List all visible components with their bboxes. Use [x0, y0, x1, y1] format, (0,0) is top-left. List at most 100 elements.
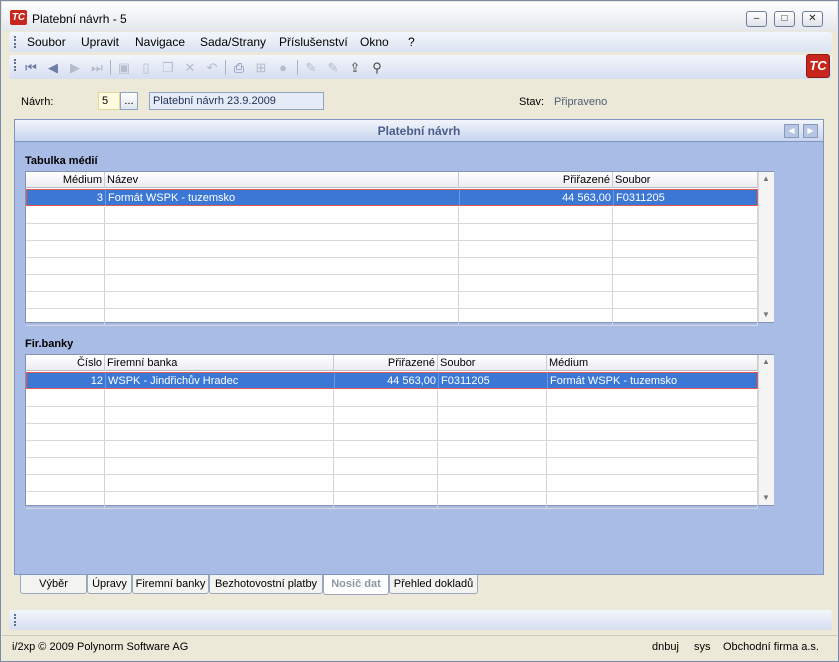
- close-button[interactable]: ✕: [802, 11, 823, 27]
- empty-row[interactable]: [26, 309, 758, 326]
- scroll-down-icon[interactable]: ▼: [762, 493, 770, 502]
- empty-cell: [26, 390, 105, 406]
- empty-cell: [105, 390, 334, 406]
- col-soubor[interactable]: Soubor: [613, 172, 758, 188]
- status-grip-icon[interactable]: [14, 614, 16, 626]
- tab-firemni-banky[interactable]: Firemní banky: [132, 575, 209, 594]
- banks-scrollbar[interactable]: ▲ ▼: [758, 355, 774, 505]
- empty-cell: [105, 424, 334, 440]
- tab-vyber[interactable]: Výběr: [20, 575, 87, 594]
- edit-pen-icon[interactable]: ✎: [303, 60, 319, 75]
- empty-cell: [26, 258, 105, 274]
- empty-cell: [613, 207, 758, 223]
- toolbar-separator: [297, 60, 298, 75]
- empty-row[interactable]: [26, 224, 758, 241]
- menu-okno[interactable]: Okno: [360, 35, 389, 49]
- empty-row[interactable]: [26, 424, 758, 441]
- col-cislo[interactable]: Číslo: [26, 355, 105, 371]
- minimize-button[interactable]: –: [746, 11, 767, 27]
- empty-cell: [438, 424, 547, 440]
- col-soubor[interactable]: Soubor: [438, 355, 547, 371]
- navrh-input[interactable]: 5: [98, 92, 120, 110]
- empty-cell: [613, 292, 758, 308]
- empty-row[interactable]: [26, 292, 758, 309]
- table-row[interactable]: 3 Formát WSPK - tuzemsko 44 563,00 F0311…: [26, 189, 758, 206]
- empty-cell: [613, 309, 758, 325]
- empty-row[interactable]: [26, 475, 758, 492]
- filter-icon[interactable]: ⚲: [369, 60, 385, 75]
- col-medium[interactable]: Médium: [26, 172, 105, 188]
- previous-record-icon[interactable]: ◀: [45, 60, 61, 75]
- col-prirazene[interactable]: Přiřazené: [459, 172, 613, 188]
- menu-sada-strany[interactable]: Sada/Strany: [200, 35, 266, 49]
- tab-upravy[interactable]: Úpravy: [87, 575, 132, 594]
- menu-upravit[interactable]: Upravit: [81, 35, 119, 49]
- empty-cell: [105, 258, 459, 274]
- disc-icon[interactable]: ●: [275, 60, 291, 75]
- title-bar[interactable]: TC Platební návrh - 5 – □ ✕: [2, 2, 837, 31]
- empty-row[interactable]: [26, 441, 758, 458]
- banks-table-title: Fir.banky: [25, 338, 74, 350]
- empty-cell: [459, 224, 613, 240]
- empty-cell: [105, 292, 459, 308]
- banks-table[interactable]: Číslo Firemní banka Přiřazené Soubor Méd…: [25, 354, 774, 509]
- panel-forward-icon[interactable]: ▶: [803, 124, 818, 138]
- menu-bar: Soubor Upravit Navigace Sada/Strany Přís…: [9, 32, 832, 52]
- empty-row[interactable]: [26, 258, 758, 275]
- empty-cell: [438, 407, 547, 423]
- save-icon[interactable]: ▣: [116, 60, 132, 75]
- first-record-icon[interactable]: ⏮: [23, 60, 39, 75]
- tab-bezhotovostni-platby[interactable]: Bezhotovostní platby: [209, 575, 323, 594]
- undo-icon[interactable]: ↶: [204, 60, 220, 75]
- col-firemni-banka[interactable]: Firemní banka: [105, 355, 334, 371]
- toolbar-grip-icon[interactable]: [14, 59, 16, 71]
- menu-help[interactable]: ?: [408, 35, 415, 49]
- empty-cell: [613, 275, 758, 291]
- scroll-up-icon[interactable]: ▲: [762, 174, 770, 183]
- scroll-up-icon[interactable]: ▲: [762, 357, 770, 366]
- empty-cell: [26, 292, 105, 308]
- menu-grip-icon[interactable]: [14, 36, 16, 48]
- empty-cell: [334, 492, 438, 508]
- scroll-down-icon[interactable]: ▼: [762, 310, 770, 319]
- navrh-label: Návrh:: [21, 96, 54, 108]
- empty-row[interactable]: [26, 492, 758, 509]
- empty-cell: [26, 492, 105, 508]
- edit-pen-alt-icon[interactable]: ✎: [325, 60, 341, 75]
- empty-cell: [438, 492, 547, 508]
- menu-soubor[interactable]: Soubor: [27, 35, 66, 49]
- delete-icon[interactable]: ✕: [182, 60, 198, 75]
- empty-cell: [26, 441, 105, 457]
- cell-medium: 3: [27, 190, 106, 206]
- navrh-browse-button[interactable]: ...: [120, 92, 138, 110]
- panel-back-icon[interactable]: ◀: [784, 124, 799, 138]
- next-record-icon[interactable]: ▶: [67, 60, 83, 75]
- maximize-button[interactable]: □: [774, 11, 795, 27]
- tab-prehled-dokladu[interactable]: Přehled dokladů: [389, 575, 478, 594]
- copy-icon[interactable]: ❐: [160, 60, 176, 75]
- tab-nosic-dat[interactable]: Nosič dat: [323, 575, 389, 595]
- print-icon[interactable]: ⎙: [231, 60, 247, 75]
- export-icon[interactable]: ⇪: [347, 60, 363, 75]
- menu-prislusenstvi[interactable]: Příslušenství: [279, 35, 348, 49]
- new-document-icon[interactable]: ▯: [138, 60, 154, 75]
- empty-row[interactable]: [26, 207, 758, 224]
- last-record-icon[interactable]: ⏭: [89, 60, 105, 75]
- table-row[interactable]: 12 WSPK - Jindřichův Hradec 44 563,00 F0…: [26, 372, 758, 389]
- col-prirazene[interactable]: Přiřazené: [334, 355, 438, 371]
- empty-cell: [334, 475, 438, 491]
- menu-navigace[interactable]: Navigace: [135, 35, 185, 49]
- col-nazev[interactable]: Název: [105, 172, 459, 188]
- toolbar: ⏮ ◀ ▶ ⏭ ▣ ▯ ❐ ✕ ↶ ⎙ ⊞ ● ✎ ✎ ⇪ ⚲: [9, 55, 832, 79]
- empty-row[interactable]: [26, 390, 758, 407]
- empty-row[interactable]: [26, 407, 758, 424]
- empty-row[interactable]: [26, 275, 758, 292]
- empty-cell: [105, 207, 459, 223]
- col-medium[interactable]: Médium: [547, 355, 758, 371]
- media-scrollbar[interactable]: ▲ ▼: [758, 172, 774, 322]
- empty-row[interactable]: [26, 458, 758, 475]
- company-name: Obchodní firma a.s.: [723, 641, 819, 653]
- empty-row[interactable]: [26, 241, 758, 258]
- structure-icon[interactable]: ⊞: [253, 60, 269, 75]
- media-table[interactable]: Médium Název Přiřazené Soubor 3 Formát W…: [25, 171, 774, 326]
